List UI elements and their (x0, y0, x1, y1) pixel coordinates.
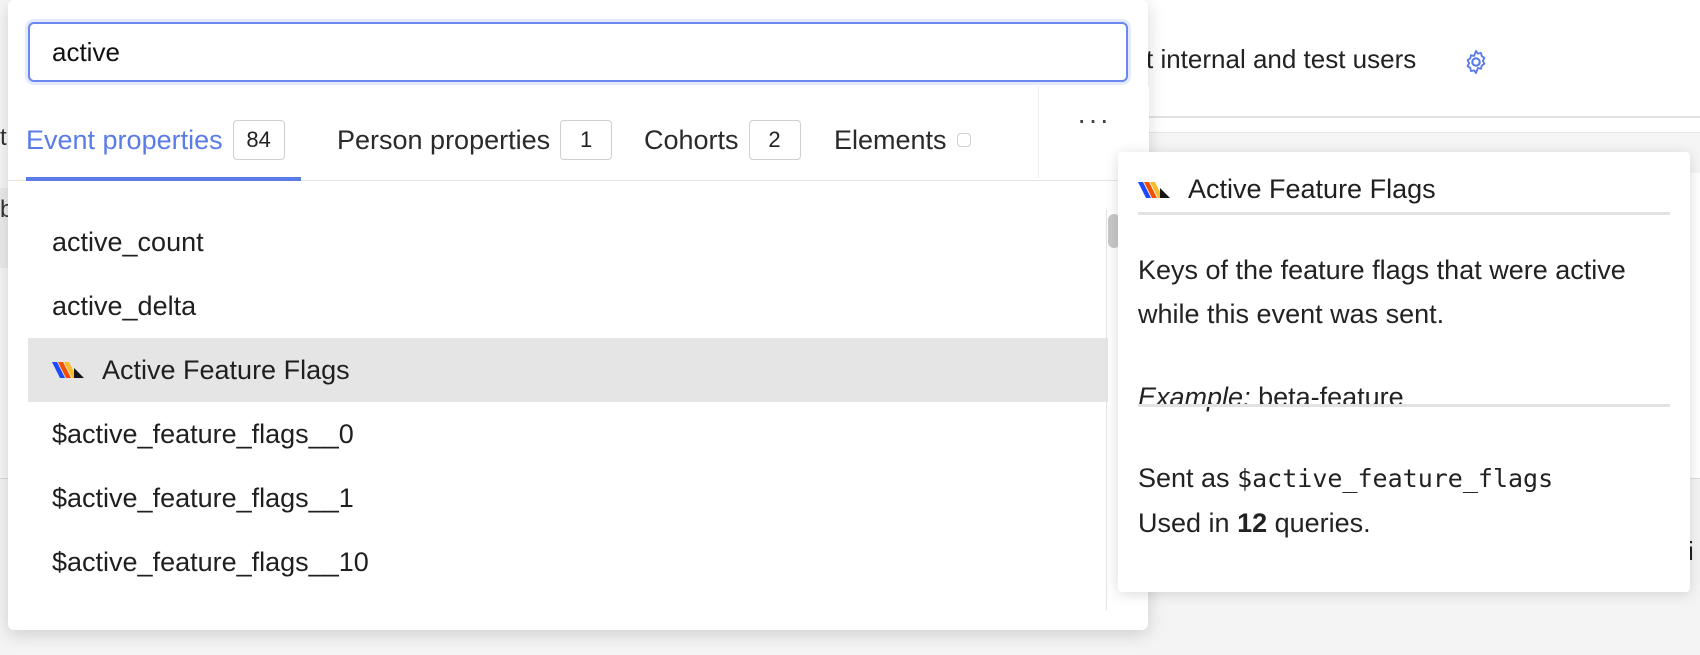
tab-label: Event properties (26, 124, 223, 155)
property-picker-panel: Event properties 84 Person properties 1 … (8, 0, 1149, 630)
list-item[interactable]: active_delta (28, 274, 1108, 338)
used-in-count: 12 (1237, 508, 1268, 538)
popover-usage: Sent as $active_feature_flags Used in 12… (1138, 456, 1553, 545)
popover-example: Example: beta-feature (1138, 382, 1404, 413)
sent-as-value: $active_feature_flags (1237, 464, 1554, 493)
property-info-popover: Active Feature Flags Keys of the feature… (1118, 152, 1690, 592)
category-tabs: Event properties 84 Person properties 1 … (8, 100, 1148, 181)
posthog-logo-icon (52, 362, 84, 378)
popover-title: Active Feature Flags (1188, 174, 1436, 204)
list-item-selected[interactable]: Active Feature Flags (28, 338, 1108, 402)
search-input[interactable] (28, 22, 1128, 82)
tab-label: Elements (834, 124, 947, 155)
used-in-line: Used in 12 queries. (1138, 501, 1553, 545)
tab-count-badge: 84 (232, 120, 285, 160)
divider (1138, 212, 1670, 215)
tab-person-properties[interactable]: Person properties 1 (337, 100, 613, 180)
gear-icon[interactable] (1462, 48, 1490, 76)
tab-cohorts[interactable]: Cohorts 2 (644, 100, 801, 180)
list-item-label: Active Feature Flags (102, 354, 350, 385)
background-filter-text: t internal and test users (1146, 44, 1417, 74)
property-list: active_count active_delta Active Feature… (28, 210, 1108, 610)
list-item[interactable]: active_count (28, 210, 1108, 274)
tab-count-badge (956, 133, 971, 147)
more-tabs-button[interactable]: ··· (1077, 104, 1111, 136)
used-in-suffix: queries. (1274, 508, 1371, 538)
tab-count-badge: 1 (560, 120, 613, 160)
list-item-label: active_count (52, 226, 204, 257)
popover-header: Active Feature Flags (1138, 174, 1436, 205)
tab-event-properties[interactable]: Event properties 84 (26, 100, 301, 181)
sent-as-line: Sent as $active_feature_flags (1138, 456, 1553, 501)
list-item[interactable]: $active_feature_flags__1 (28, 466, 1108, 530)
list-item[interactable]: $active_feature_flags__10 (28, 530, 1108, 594)
tab-label: Person properties (337, 124, 551, 155)
tab-elements[interactable]: Elements (834, 100, 971, 180)
posthog-logo-icon (1138, 181, 1170, 198)
example-value: beta-feature (1258, 382, 1404, 412)
list-item-label: $active_feature_flags__10 (52, 546, 369, 577)
sent-as-prefix: Sent as (1138, 463, 1230, 493)
tab-count-badge: 2 (748, 120, 801, 160)
background-text-fragment: t (0, 124, 7, 151)
popover-description: Keys of the feature flags that were acti… (1138, 255, 1626, 329)
divider (1138, 404, 1670, 407)
example-label: Example: (1138, 382, 1251, 412)
list-item-label: $active_feature_flags__1 (52, 482, 354, 513)
list-item-label: active_delta (52, 290, 197, 321)
tab-label: Cohorts (644, 124, 739, 155)
scrollbar-track[interactable] (1106, 210, 1107, 610)
used-in-prefix: Used in (1138, 508, 1230, 538)
background-divider (1140, 116, 1700, 118)
list-item-label: $active_feature_flags__0 (52, 418, 354, 449)
list-item[interactable]: $active_feature_flags__0 (28, 402, 1108, 466)
